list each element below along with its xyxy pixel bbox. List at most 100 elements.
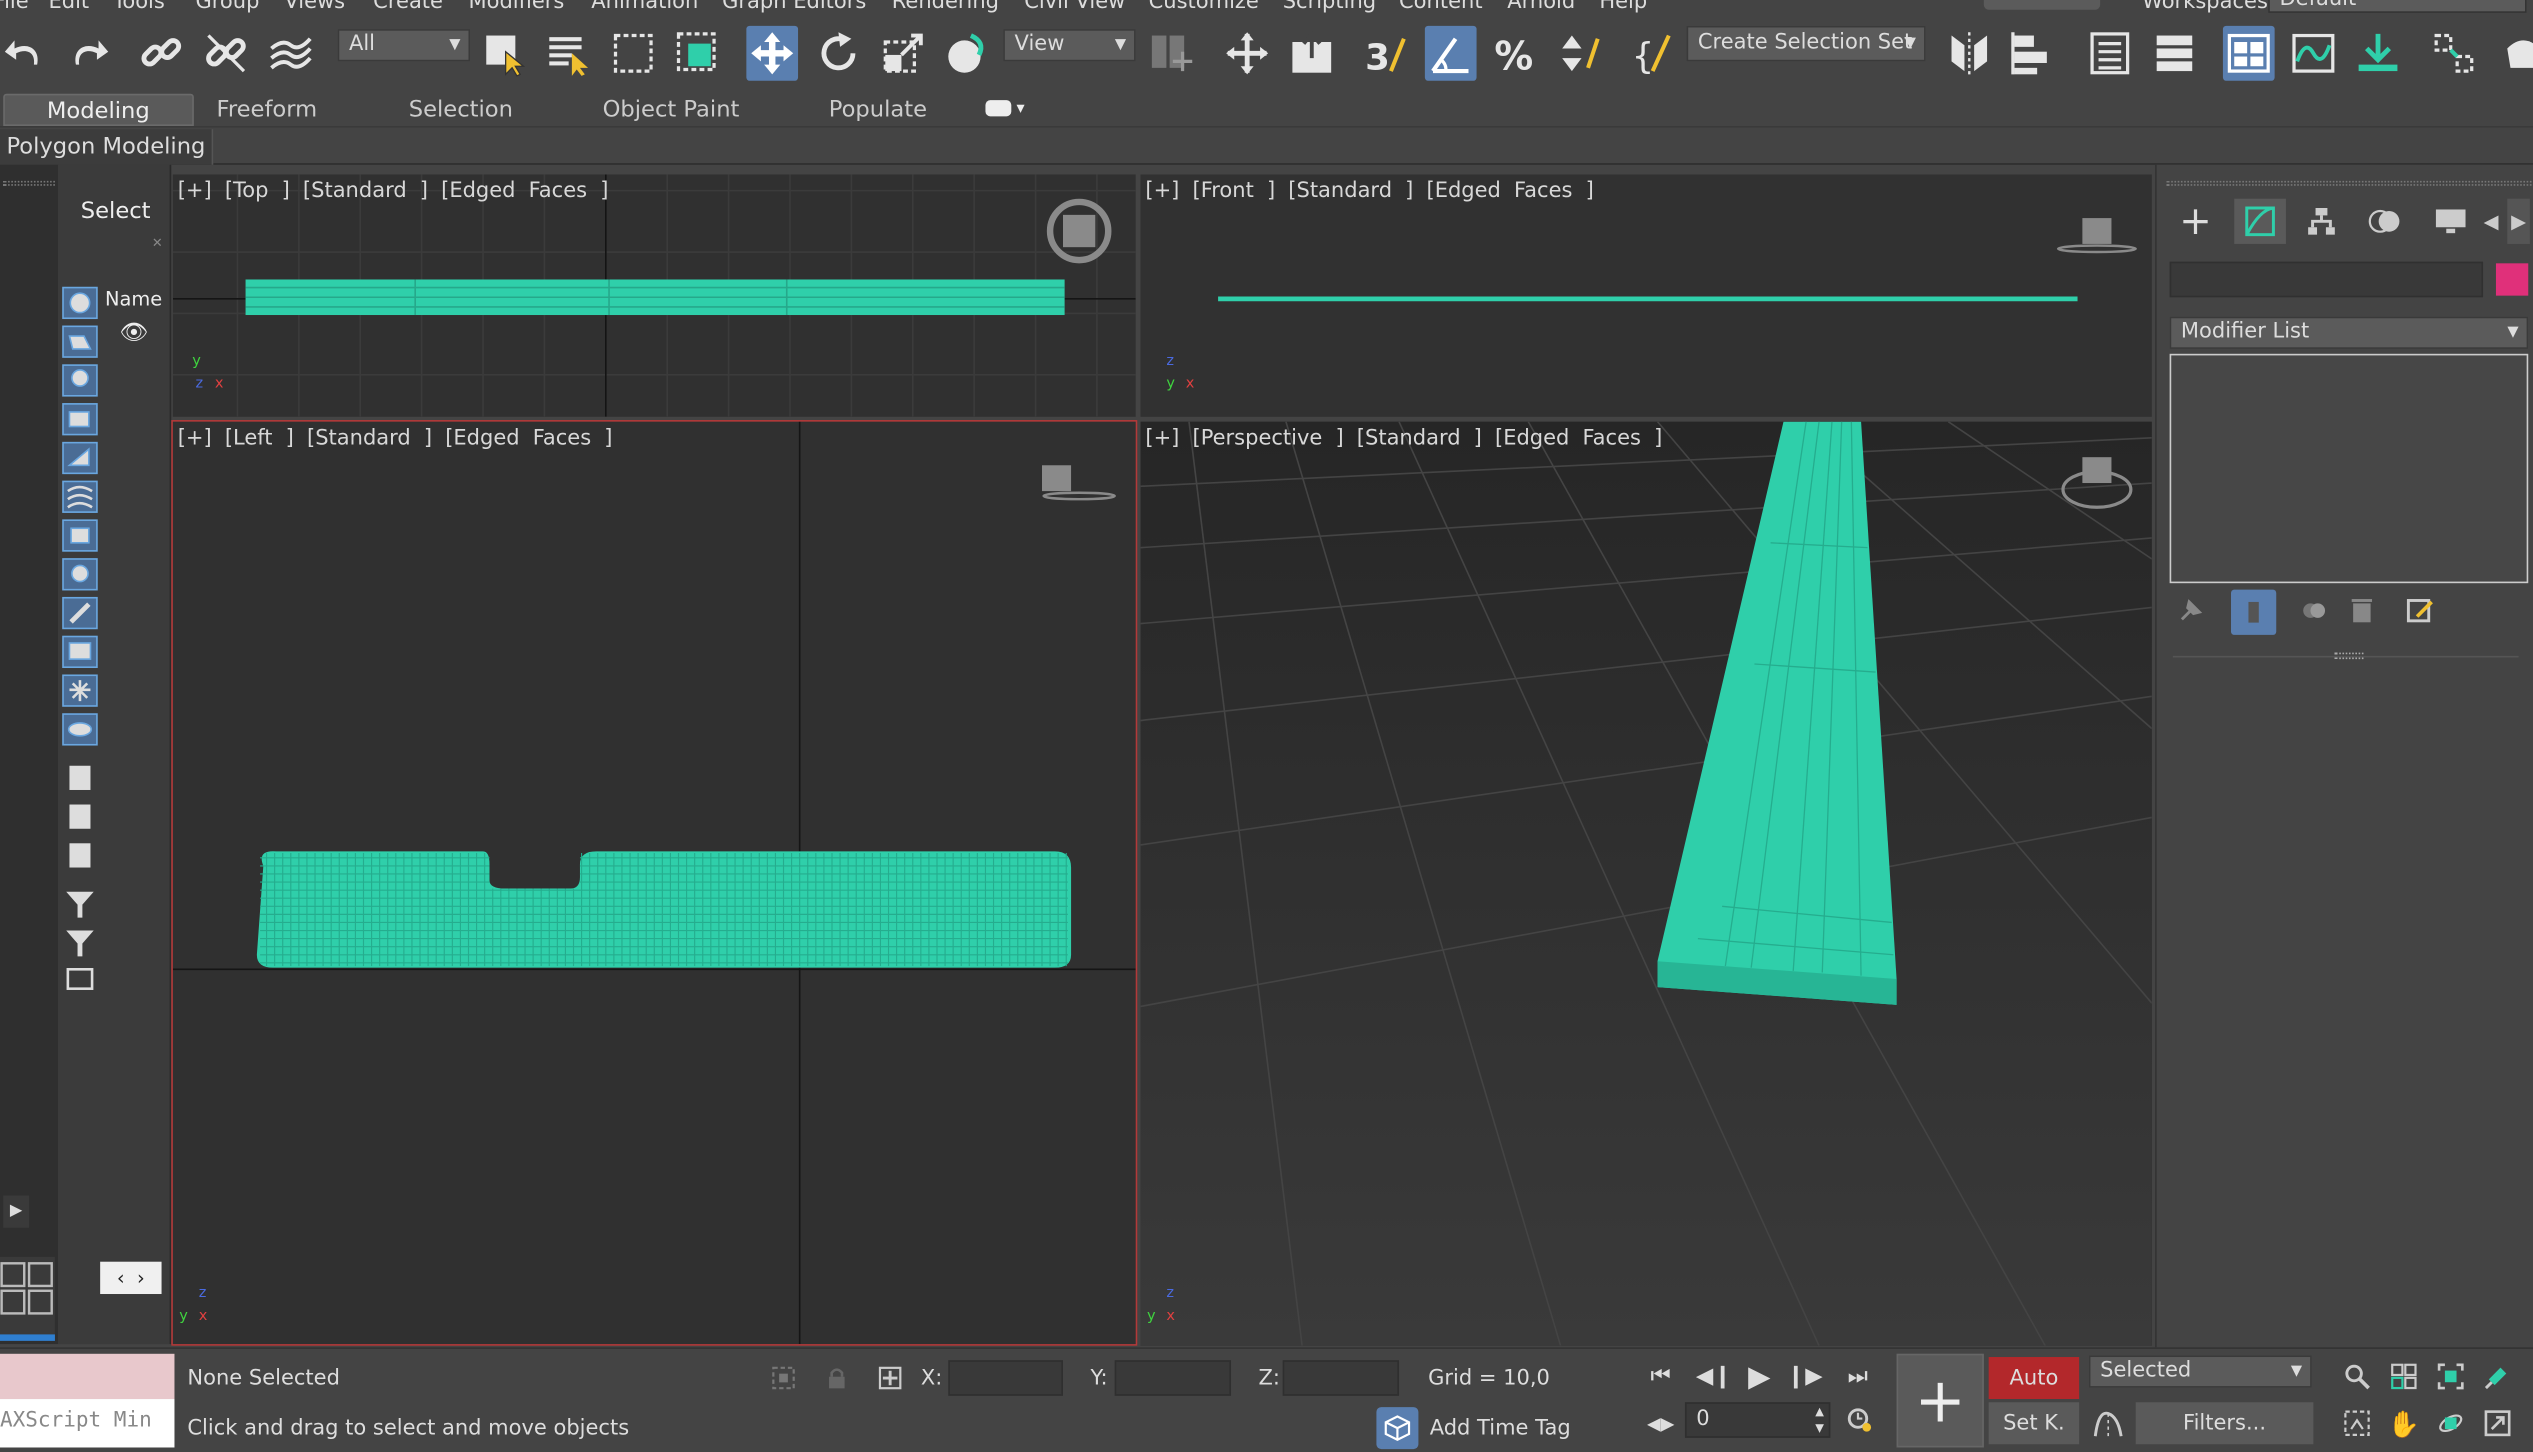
menu-customize[interactable]: Customize: [1149, 0, 1259, 15]
toggle-ribbon-button[interactable]: [2222, 25, 2275, 81]
zoom-all-button[interactable]: [2386, 1359, 2422, 1395]
select-and-place-button[interactable]: [942, 26, 994, 81]
key-mode-toggle[interactable]: ◀▶: [1643, 1405, 1679, 1441]
menu-civil-view[interactable]: Civil View: [1024, 0, 1125, 15]
name-column-header[interactable]: Name: [105, 288, 162, 311]
tab-selection[interactable]: Selection: [409, 94, 513, 126]
curve-editor-button[interactable]: [2288, 26, 2340, 81]
percent-snap-toggle-button[interactable]: %: [1489, 26, 1541, 81]
create-panel-tab[interactable]: +: [2173, 199, 2218, 244]
key-filters-button[interactable]: Filters...: [2135, 1402, 2314, 1445]
redo-button[interactable]: [61, 26, 113, 81]
z-coordinate-field[interactable]: [1282, 1360, 1400, 1396]
previous-frame-button[interactable]: ◀❙: [1696, 1359, 1732, 1395]
grip-handle[interactable]: [3, 180, 55, 186]
selection-filter-dropdown[interactable]: All ▼: [337, 29, 471, 62]
pin-stack-button[interactable]: [2173, 593, 2209, 629]
time-tag-button[interactable]: [1376, 1407, 1419, 1450]
workspace-dropdown[interactable]: Default: [2268, 0, 2527, 13]
tab-object-paint[interactable]: Object Paint: [603, 94, 740, 126]
modifier-list-dropdown[interactable]: Modifier List ▼: [2169, 316, 2529, 349]
rectangular-selection-button[interactable]: [607, 26, 659, 81]
tab-populate[interactable]: Populate: [829, 94, 927, 126]
select-and-scale-button[interactable]: [877, 26, 929, 81]
mirror-button[interactable]: [1943, 26, 1995, 81]
ribbon-options-button[interactable]: ▾: [985, 94, 1025, 126]
menu-file[interactable]: File: [0, 0, 29, 15]
auto-key-button[interactable]: Auto: [1988, 1357, 2080, 1400]
object-name-field[interactable]: [2169, 261, 2484, 298]
polygon-modeling-panel[interactable]: Polygon Modeling: [0, 129, 214, 165]
tab-freeform[interactable]: Freeform: [216, 94, 317, 126]
zoom-extents-button[interactable]: [2433, 1359, 2469, 1395]
maxscript-listener-top[interactable]: [0, 1353, 175, 1400]
play-button[interactable]: ▶: [1742, 1357, 1778, 1396]
default-in-out-tangents-button[interactable]: [2089, 1404, 2128, 1443]
menu-views[interactable]: Views: [284, 0, 345, 15]
hierarchy-panel-tab[interactable]: [2299, 199, 2344, 244]
menu-animation[interactable]: Animation: [591, 0, 698, 15]
unlink-button[interactable]: [200, 26, 252, 81]
edit-named-selection-button[interactable]: {: [1628, 26, 1680, 81]
go-to-start-button[interactable]: ⏮: [1643, 1359, 1679, 1395]
menu-tools[interactable]: Tools: [113, 0, 165, 15]
menu-create[interactable]: Create: [373, 0, 443, 15]
select-and-link-button[interactable]: [136, 26, 188, 81]
y-coordinate-field[interactable]: [1114, 1360, 1232, 1396]
pivot-center-button[interactable]: [1145, 26, 1197, 81]
current-frame-field[interactable]: 0 ▲ ▼: [1684, 1402, 1831, 1438]
menu-scripting[interactable]: Scripting: [1283, 0, 1376, 15]
tab-modeling[interactable]: Modeling: [3, 93, 194, 127]
menu-rendering[interactable]: Rendering: [892, 0, 999, 15]
menu-help[interactable]: Help: [1599, 0, 1647, 15]
bind-space-warp-button[interactable]: [265, 26, 317, 81]
modifier-stack[interactable]: [2169, 353, 2529, 584]
select-by-name-button[interactable]: [543, 26, 595, 81]
x-coordinate-field[interactable]: [948, 1360, 1063, 1396]
viewport-front[interactable]: z y x [+] [Front ] [Standard ] [Edged Fa…: [1140, 174, 2152, 417]
angle-snap-toggle-button[interactable]: [1424, 25, 1477, 81]
show-end-result-button[interactable]: [2231, 589, 2277, 635]
absolute-mode-button[interactable]: [872, 1360, 908, 1396]
remove-modifier-button[interactable]: [2344, 593, 2380, 629]
menu-modifiers[interactable]: Modifiers: [468, 0, 564, 15]
maxscript-mini-listener[interactable]: AXScript Min: [0, 1399, 175, 1448]
close-icon[interactable]: ✕: [152, 236, 163, 251]
zoom-button[interactable]: [2339, 1359, 2375, 1395]
eye-icon[interactable]: 👁: [120, 320, 149, 346]
menu-graph-editors[interactable]: Graph Editors: [722, 0, 866, 15]
undo-button[interactable]: [0, 26, 52, 81]
panel-scroll-right[interactable]: ▶: [2507, 198, 2530, 244]
make-unique-button[interactable]: [2296, 593, 2332, 629]
new-key-button[interactable]: +: [1896, 1353, 1984, 1448]
selection-lock-button[interactable]: [821, 1360, 853, 1396]
select-and-rotate-button[interactable]: [813, 26, 865, 81]
display-panel-tab[interactable]: [2428, 199, 2473, 244]
maximize-viewport-button[interactable]: [2480, 1405, 2516, 1441]
scene-explorer-toggle-button[interactable]: [2084, 26, 2136, 81]
field-of-view-button[interactable]: [2339, 1405, 2375, 1441]
align-button[interactable]: [2008, 26, 2060, 81]
grip-handle[interactable]: [2166, 180, 2532, 186]
manipulate-button[interactable]: [1221, 26, 1273, 81]
add-time-tag-label[interactable]: Add Time Tag: [1430, 1417, 1571, 1441]
front-viewport-label[interactable]: [+] [Front ] [Standard ] [Edged Faces ]: [1145, 179, 1593, 203]
isolate-selection-button[interactable]: [766, 1360, 802, 1396]
left-viewport-label[interactable]: [+] [Left ] [Standard ] [Edged Faces ]: [178, 426, 613, 450]
reference-coordinate-dropdown[interactable]: View ▼: [1003, 29, 1136, 62]
orbit-button[interactable]: [2433, 1405, 2469, 1441]
viewport-top[interactable]: y z x [+] [Top ] [Standard ] [Edged Face…: [172, 174, 1136, 417]
menu-edit[interactable]: Edit: [48, 0, 89, 15]
go-to-end-button[interactable]: ⏭: [1840, 1359, 1876, 1395]
viewport-left[interactable]: z y x [+] [Left ] [Standard ] [Edged Fac…: [171, 420, 1138, 1346]
object-color-swatch[interactable]: [2495, 263, 2529, 296]
select-object-button[interactable]: [478, 26, 530, 81]
modify-panel-tab[interactable]: [2234, 198, 2286, 244]
select-and-move-button[interactable]: [746, 25, 799, 81]
key-filter-dropdown[interactable]: Selected ▼: [2088, 1355, 2312, 1388]
configure-modifier-sets-button[interactable]: [2402, 593, 2438, 629]
menu-group[interactable]: Group: [195, 0, 259, 15]
menu-content[interactable]: Content: [1399, 0, 1483, 15]
top-viewport-label[interactable]: [+] [Top ] [Standard ] [Edged Faces ]: [178, 179, 609, 203]
time-configuration-button[interactable]: [1842, 1402, 1878, 1438]
